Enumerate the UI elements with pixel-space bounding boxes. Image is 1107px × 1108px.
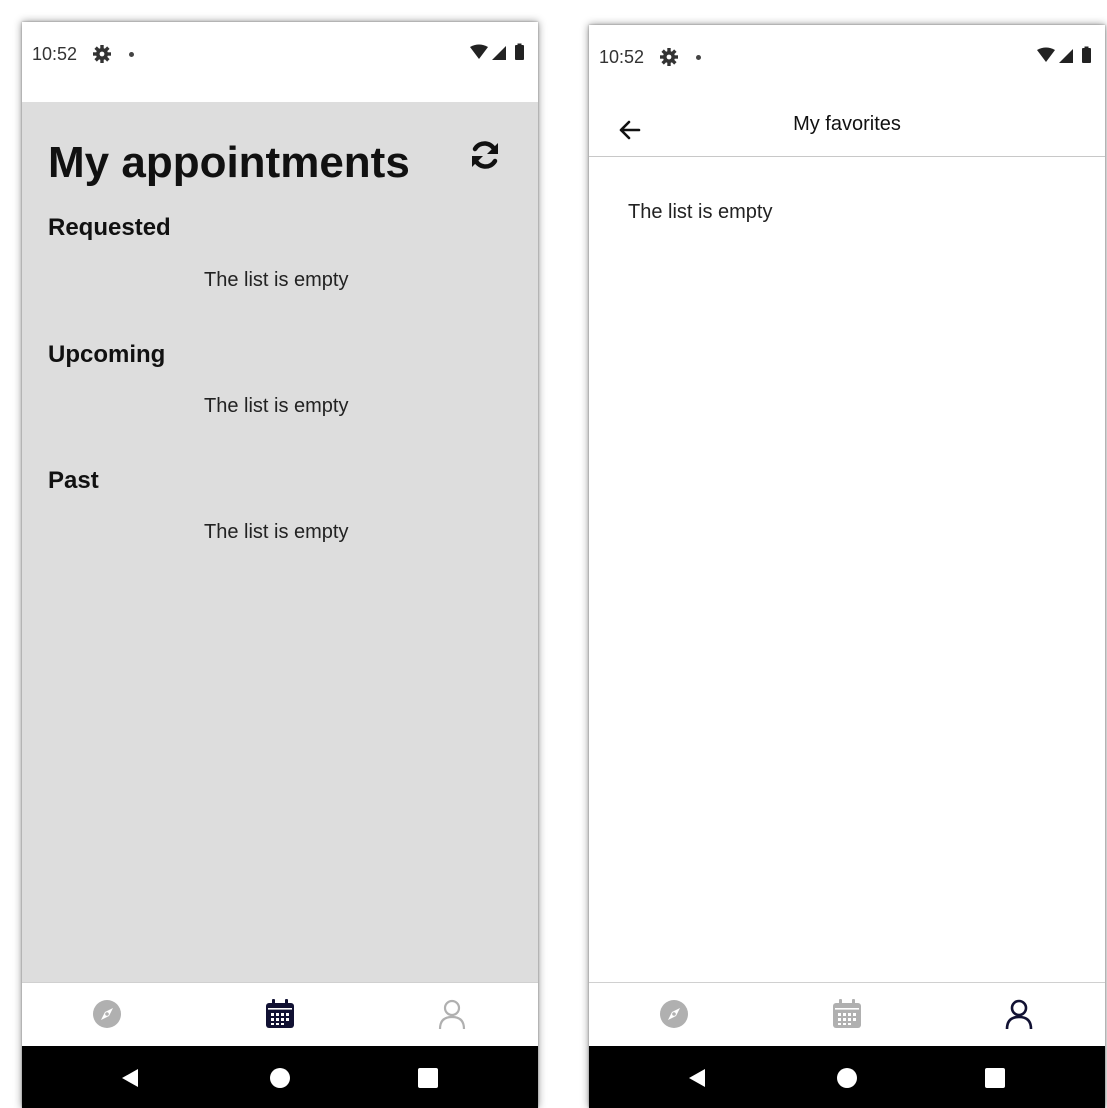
status-icons (1037, 46, 1091, 63)
page-title: My appointments (48, 138, 410, 187)
compass-icon[interactable] (90, 997, 124, 1031)
wifi-icon (1037, 47, 1055, 62)
section-requested-header: Requested (48, 214, 171, 241)
home-circle-icon[interactable] (835, 1066, 859, 1090)
status-time: 10:52 (599, 47, 645, 67)
favorites-screen: 10:52 My favorites The list is empty (589, 25, 1105, 1108)
gear-icon (660, 48, 678, 66)
status-bar: 10:52 (22, 22, 538, 86)
home-circle-icon[interactable] (268, 1066, 292, 1090)
past-empty-message: The list is empty (204, 521, 349, 543)
status-bar: 10:52 (589, 25, 1105, 89)
back-triangle-icon[interactable] (118, 1066, 142, 1090)
bottom-navigation (22, 982, 538, 1046)
section-upcoming-header: Upcoming (48, 341, 166, 368)
app-bar: My favorites (589, 89, 1105, 157)
system-navigation-bar (589, 1046, 1105, 1108)
battery-icon (515, 45, 524, 60)
back-triangle-icon[interactable] (685, 1066, 709, 1090)
appointments-screen: 10:52 My appointments Requested The list… (22, 22, 538, 1108)
profile-icon[interactable] (435, 997, 469, 1031)
profile-icon[interactable] (1002, 997, 1036, 1031)
upcoming-empty-message: The list is empty (204, 395, 349, 417)
signal-icon (1059, 49, 1073, 63)
appointments-content: My appointments Requested The list is em… (22, 102, 538, 982)
gear-icon (93, 45, 111, 63)
status-icons (470, 43, 524, 60)
favorites-empty-message: The list is empty (628, 201, 773, 223)
notification-dot-icon (129, 52, 134, 57)
recents-square-icon[interactable] (416, 1066, 440, 1090)
status-time: 10:52 (32, 44, 78, 64)
wifi-icon (470, 44, 488, 59)
system-navigation-bar (22, 1046, 538, 1108)
compass-icon[interactable] (657, 997, 691, 1031)
calendar-icon[interactable] (830, 997, 864, 1031)
requested-empty-message: The list is empty (204, 269, 349, 291)
section-past-header: Past (48, 467, 99, 494)
recents-square-icon[interactable] (983, 1066, 1007, 1090)
bottom-navigation (589, 982, 1105, 1046)
calendar-icon[interactable] (263, 997, 297, 1031)
page-title: My favorites (793, 113, 901, 135)
refresh-icon[interactable] (468, 138, 502, 172)
notification-dot-icon (696, 55, 701, 60)
battery-icon (1082, 48, 1091, 63)
